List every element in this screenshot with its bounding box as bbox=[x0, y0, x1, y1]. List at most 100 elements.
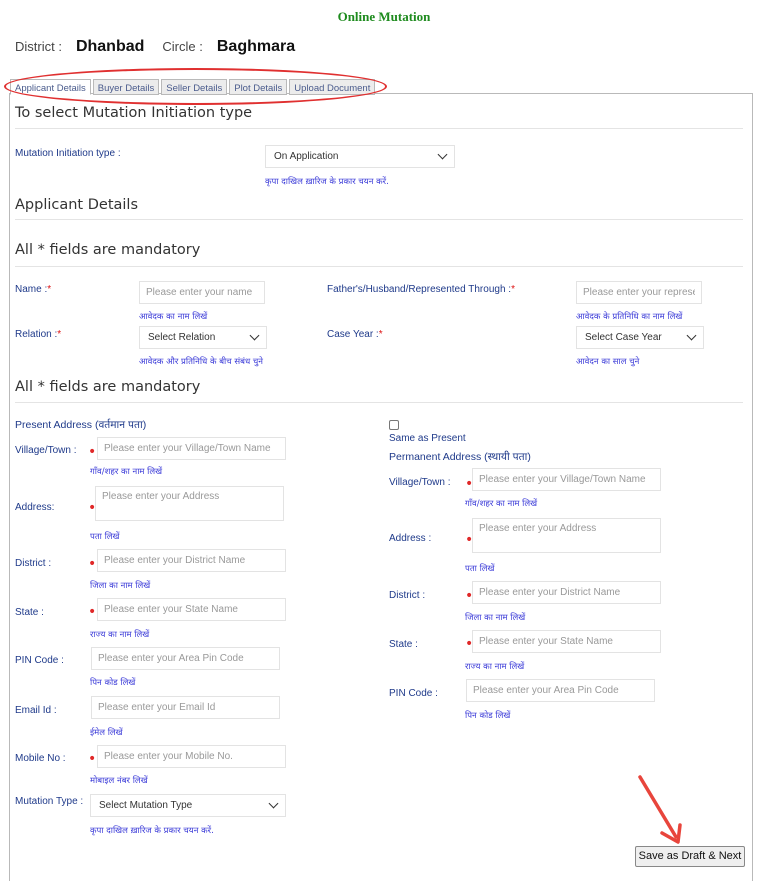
required-dot: • bbox=[88, 751, 97, 767]
perm-district-input[interactable] bbox=[472, 581, 661, 604]
perm-state-input[interactable] bbox=[472, 630, 661, 653]
required-dot: • bbox=[88, 444, 97, 460]
present-village-label: Village/Town : bbox=[15, 445, 77, 456]
required-mark: * bbox=[511, 284, 515, 295]
mobile-label: Mobile No : bbox=[15, 753, 66, 764]
divider bbox=[15, 219, 743, 220]
present-pin-hint: पिन कोड लिखें bbox=[90, 678, 136, 688]
perm-village-hint: गाँव/शहर का नाम लिखें bbox=[465, 499, 538, 509]
relation-select[interactable]: Select Relation bbox=[139, 326, 267, 349]
mutation-type-label: Mutation Type : bbox=[15, 796, 84, 807]
present-pin-label: PIN Code : bbox=[15, 655, 64, 666]
present-address-label: Address: bbox=[15, 502, 55, 513]
required-mark: * bbox=[378, 329, 383, 340]
present-state-hint: राज्य का नाम लिखें bbox=[90, 630, 150, 640]
same-as-present-label: Same as Present bbox=[389, 433, 466, 444]
permanent-address-title: Permanent Address (स्थायी पता) bbox=[389, 451, 531, 463]
required-dot: • bbox=[88, 604, 97, 620]
tab-seller-details[interactable]: Seller Details bbox=[161, 79, 228, 95]
save-draft-next-button[interactable]: Save as Draft & Next bbox=[635, 846, 745, 867]
email-hint: ईमेल लिखें bbox=[90, 728, 123, 738]
tab-upload-document[interactable]: Upload Document bbox=[289, 79, 376, 95]
mandatory-note: All * fields are mandatory bbox=[15, 242, 201, 258]
address-mandatory-note: All * fields are mandatory bbox=[15, 379, 201, 395]
perm-pin-hint: पिन कोड लिखें bbox=[465, 711, 511, 721]
tab-plot-details[interactable]: Plot Details bbox=[229, 79, 288, 95]
chevron-down-icon bbox=[268, 798, 279, 809]
name-label-text: Name : bbox=[15, 284, 48, 295]
perm-village-label: Village/Town : bbox=[389, 477, 451, 488]
father-label: Father's/Husband/Represented Through :* bbox=[327, 284, 515, 295]
tab-buyer-details[interactable]: Buyer Details bbox=[92, 79, 160, 95]
same-as-present-checkbox[interactable] bbox=[389, 420, 399, 430]
chevron-down-icon bbox=[686, 330, 697, 341]
divider bbox=[15, 266, 743, 267]
perm-district-label: District : bbox=[389, 590, 426, 601]
tab-bar: Applicant Details Buyer Details Seller D… bbox=[10, 79, 377, 95]
perm-pin-label: PIN Code : bbox=[389, 688, 438, 699]
present-address-title: Present Address (वर्तमान पता) bbox=[15, 419, 147, 431]
relation-hint: आवेदक और प्रतिनिधि के बीच संबंध चुने bbox=[139, 357, 263, 367]
initiation-type-label: Mutation Initiation type : bbox=[15, 148, 121, 159]
present-district-hint: जिला का नाम लिखें bbox=[90, 581, 151, 591]
present-village-hint: गाँव/शहर का नाम लिखें bbox=[90, 467, 163, 477]
applicant-section-title: Applicant Details bbox=[15, 197, 138, 213]
mutation-type-hint: कृपा दाखिल ख़ारिज के प्रकार चयन करें. bbox=[90, 826, 214, 836]
relation-value: Select Relation bbox=[148, 332, 216, 343]
case-year-label-text: Case Year : bbox=[327, 329, 379, 340]
father-label-text: Father's/Husband/Represented Through : bbox=[327, 284, 512, 295]
perm-pin-input[interactable] bbox=[466, 679, 655, 702]
circle-label: Circle : bbox=[162, 39, 203, 54]
case-year-value: Select Case Year bbox=[585, 332, 662, 343]
divider bbox=[15, 128, 743, 129]
mobile-hint: मोबाइल नंबर लिखें bbox=[90, 776, 148, 786]
perm-address-input[interactable] bbox=[472, 518, 661, 553]
mutation-type-value: Select Mutation Type bbox=[99, 800, 193, 811]
perm-district-hint: जिला का नाम लिखें bbox=[465, 613, 526, 623]
initiation-type-hint: कृपा दाखिल ख़ारिज के प्रकार चयन करें. bbox=[265, 177, 389, 187]
present-district-label: District : bbox=[15, 558, 52, 569]
chevron-down-icon bbox=[437, 149, 448, 160]
required-mark: * bbox=[57, 329, 62, 340]
district-label: District : bbox=[15, 39, 62, 54]
divider bbox=[15, 402, 743, 403]
name-label: Name :* bbox=[15, 284, 51, 295]
case-year-select[interactable]: Select Case Year bbox=[576, 326, 704, 349]
initiation-type-value: On Application bbox=[274, 151, 339, 162]
required-dot: • bbox=[88, 556, 97, 572]
page-title: Online Mutation bbox=[337, 9, 431, 24]
father-input[interactable] bbox=[576, 281, 702, 304]
email-input[interactable] bbox=[91, 696, 280, 719]
name-hint: आवेदक का नाम लिखें bbox=[139, 312, 208, 322]
present-village-input[interactable] bbox=[97, 437, 286, 460]
present-state-input[interactable] bbox=[97, 598, 286, 621]
perm-address-label: Address : bbox=[389, 533, 432, 544]
case-year-label: Case Year :* bbox=[327, 329, 383, 340]
tab-applicant-details[interactable]: Applicant Details bbox=[10, 79, 91, 95]
required-mark: * bbox=[47, 284, 52, 295]
circle-value: Baghmara bbox=[216, 38, 296, 55]
present-address-input[interactable] bbox=[95, 486, 284, 521]
present-address-hint: पता लिखें bbox=[90, 532, 120, 542]
father-hint: आवेदक के प्रतिनिधि का नाम लिखें bbox=[576, 312, 683, 322]
relation-label: Relation :* bbox=[15, 329, 61, 340]
present-pin-input[interactable] bbox=[91, 647, 280, 670]
mobile-input[interactable] bbox=[97, 745, 286, 768]
present-state-label: State : bbox=[15, 607, 44, 618]
present-district-input[interactable] bbox=[97, 549, 286, 572]
mutation-type-select[interactable]: Select Mutation Type bbox=[90, 794, 286, 817]
perm-state-label: State : bbox=[389, 639, 418, 650]
chevron-down-icon bbox=[249, 330, 260, 341]
district-value: Dhanbad bbox=[75, 38, 145, 55]
initiation-section-title: To select Mutation Initiation type bbox=[15, 105, 253, 121]
location-line: District : Dhanbad Circle : Baghmara bbox=[15, 38, 313, 56]
relation-label-text: Relation : bbox=[15, 329, 58, 340]
annotation-arrow-icon bbox=[638, 775, 682, 844]
perm-address-hint: पता लिखें bbox=[465, 564, 495, 574]
initiation-type-select[interactable]: On Application bbox=[265, 145, 455, 168]
case-year-hint: आवेदन का साल चुने bbox=[576, 357, 640, 367]
perm-state-hint: राज्य का नाम लिखें bbox=[465, 662, 525, 672]
email-label: Email Id : bbox=[15, 705, 57, 716]
name-input[interactable] bbox=[139, 281, 265, 304]
perm-village-input[interactable] bbox=[472, 468, 661, 491]
